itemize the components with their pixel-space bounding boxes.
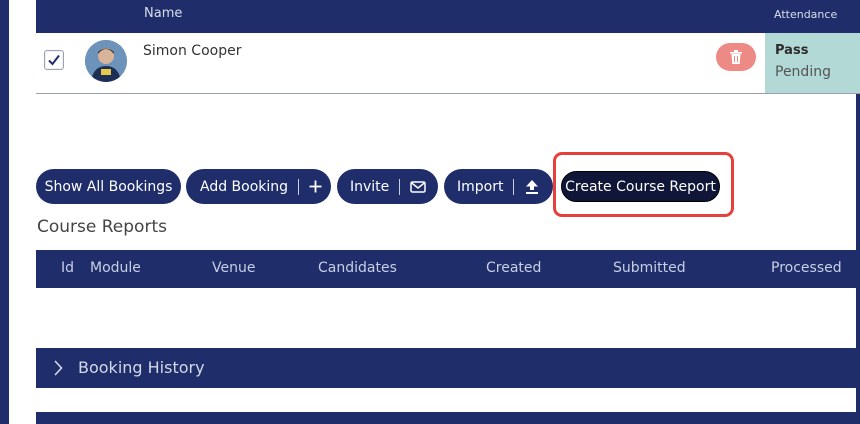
column-header-submitted: Submitted (613, 260, 686, 276)
column-header-created: Created (486, 260, 542, 276)
attendance-substatus: Pending (775, 64, 831, 80)
upload-icon (526, 179, 539, 194)
column-header-id: Id (61, 260, 75, 276)
avatar (85, 40, 127, 82)
plus-icon (309, 180, 322, 193)
column-header-candidates: Candidates (318, 260, 397, 276)
envelope-icon (410, 180, 427, 193)
booking-history-label: Booking History (78, 358, 205, 377)
table-row: Simon Cooper Pass Pending (36, 33, 860, 94)
add-booking-label: Add Booking (200, 178, 289, 195)
next-section-bar (36, 412, 860, 424)
show-all-bookings-label: Show All Bookings (44, 178, 173, 195)
delete-booking-button[interactable] (716, 43, 756, 71)
create-course-report-label: Create Course Report (565, 178, 716, 195)
candidate-name[interactable]: Simon Cooper (143, 43, 241, 59)
attendance-cell: Pass Pending (765, 33, 860, 93)
column-header-name: Name (144, 6, 183, 21)
invite-label: Invite (350, 178, 390, 195)
import-label: Import (457, 178, 504, 195)
create-course-report-button[interactable]: Create Course Report (561, 171, 720, 202)
button-separator (399, 178, 401, 195)
import-button[interactable]: Import (444, 169, 553, 204)
column-header-attendance: Attendance (774, 8, 838, 21)
chevron-right-icon (54, 360, 63, 376)
trash-icon (730, 50, 742, 64)
booking-history-toggle[interactable]: Booking History (36, 348, 860, 388)
row-select-checkbox[interactable] (44, 50, 64, 70)
left-border (0, 0, 9, 424)
course-reports-title: Course Reports (37, 217, 167, 237)
check-icon (48, 54, 60, 66)
bookings-table-header: Name Attendance (36, 0, 860, 33)
invite-button[interactable]: Invite (337, 169, 438, 204)
column-header-module: Module (90, 260, 141, 276)
button-separator (513, 178, 515, 195)
button-separator (298, 178, 300, 195)
course-reports-table-header: Id Module Venue Candidates Created Submi… (36, 250, 860, 288)
add-booking-button[interactable]: Add Booking (186, 169, 331, 204)
column-header-venue: Venue (212, 260, 256, 276)
attendance-status: Pass (775, 43, 809, 58)
column-header-processed: Processed (771, 260, 842, 276)
show-all-bookings-button[interactable]: Show All Bookings (36, 169, 181, 204)
